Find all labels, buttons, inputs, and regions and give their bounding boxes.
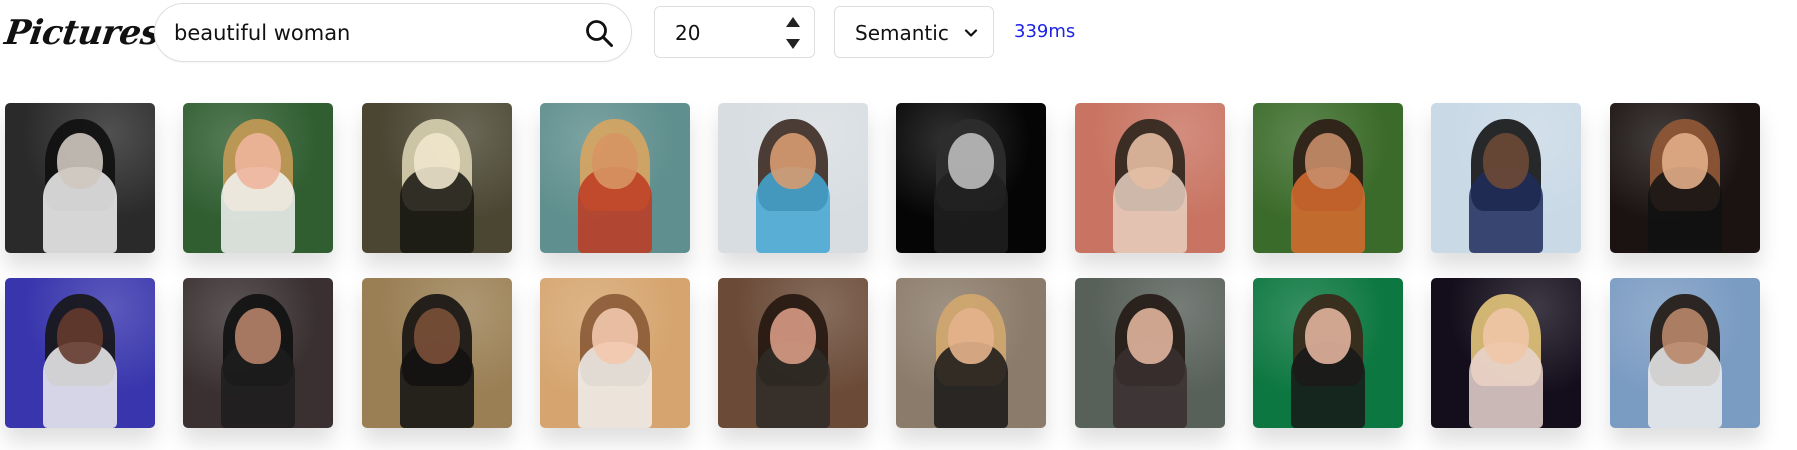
portrait-face bbox=[591, 308, 638, 364]
portrait-face bbox=[235, 133, 282, 189]
image-thumbnail[interactable] bbox=[1253, 278, 1404, 428]
thumbnail-image bbox=[1609, 103, 1760, 253]
thumbnail-image bbox=[361, 278, 512, 428]
app-logo: Pictures bbox=[2, 13, 163, 53]
thumbnail-image bbox=[718, 278, 869, 428]
image-thumbnail[interactable] bbox=[5, 103, 155, 253]
thumbnail-image bbox=[361, 103, 512, 253]
image-thumbnail[interactable] bbox=[361, 278, 512, 428]
image-thumbnail[interactable] bbox=[361, 103, 512, 253]
image-thumbnail[interactable] bbox=[718, 103, 869, 253]
image-thumbnail[interactable] bbox=[539, 103, 690, 253]
image-thumbnail[interactable] bbox=[183, 103, 334, 253]
portrait-face bbox=[1305, 133, 1352, 189]
image-thumbnail[interactable] bbox=[539, 278, 690, 428]
image-thumbnail[interactable] bbox=[1609, 278, 1760, 428]
portrait-face bbox=[57, 308, 103, 364]
thumbnail-image bbox=[718, 103, 869, 253]
portrait-face bbox=[948, 308, 995, 364]
portrait-face bbox=[1661, 308, 1708, 364]
thumbnail-image bbox=[1609, 278, 1760, 428]
result-count-stepper[interactable] bbox=[654, 6, 815, 58]
thumbnail-image bbox=[1431, 103, 1582, 253]
thumbnail-image bbox=[1074, 278, 1225, 428]
search-timing: 339ms bbox=[1014, 21, 1076, 42]
thumbnail-image bbox=[539, 103, 690, 253]
search-input[interactable] bbox=[174, 18, 544, 48]
thumbnail-image bbox=[1074, 103, 1225, 253]
image-thumbnail[interactable] bbox=[183, 278, 334, 428]
thumbnail-image bbox=[896, 103, 1047, 253]
thumbnail-image bbox=[1253, 278, 1404, 428]
portrait-face bbox=[57, 133, 103, 189]
thumbnail-image bbox=[896, 278, 1047, 428]
search-box[interactable] bbox=[154, 3, 632, 62]
portrait-face bbox=[1305, 308, 1352, 364]
chevron-down-icon bbox=[962, 24, 980, 42]
search-mode-select[interactable]: Semantic bbox=[834, 6, 994, 58]
image-thumbnail[interactable] bbox=[1074, 103, 1225, 253]
portrait-face bbox=[235, 308, 282, 364]
portrait-face bbox=[770, 133, 817, 189]
image-thumbnail[interactable] bbox=[896, 103, 1047, 253]
thumbnail-image bbox=[5, 103, 155, 253]
portrait-face bbox=[1483, 308, 1530, 364]
portrait-face bbox=[413, 308, 460, 364]
image-thumbnail[interactable] bbox=[5, 278, 155, 428]
portrait-face bbox=[1661, 133, 1708, 189]
thumbnail-image bbox=[539, 278, 690, 428]
thumbnail-image bbox=[1253, 103, 1404, 253]
portrait-face bbox=[948, 133, 995, 189]
pictures-page: Pictures Sem bbox=[0, 0, 1797, 450]
portrait-face bbox=[591, 133, 638, 189]
thumbnail-image bbox=[5, 278, 155, 428]
image-thumbnail[interactable] bbox=[896, 278, 1047, 428]
image-thumbnail[interactable] bbox=[1431, 103, 1582, 253]
triangle-up-icon[interactable] bbox=[782, 12, 804, 32]
portrait-face bbox=[1126, 308, 1173, 364]
top-toolbar: Pictures Sem bbox=[0, 0, 1797, 75]
portrait-face bbox=[1126, 133, 1173, 189]
thumbnail-image bbox=[183, 103, 334, 253]
image-thumbnail[interactable] bbox=[1431, 278, 1582, 428]
image-results-grid bbox=[5, 103, 1765, 428]
portrait-face bbox=[413, 133, 460, 189]
thumbnail-image bbox=[183, 278, 334, 428]
thumbnail-image bbox=[1431, 278, 1582, 428]
image-thumbnail[interactable] bbox=[718, 278, 869, 428]
triangle-down-icon[interactable] bbox=[782, 34, 804, 54]
search-mode-value: Semantic bbox=[855, 21, 949, 45]
portrait-face bbox=[1483, 133, 1530, 189]
result-count-input[interactable] bbox=[675, 19, 755, 47]
portrait-face bbox=[770, 308, 817, 364]
image-thumbnail[interactable] bbox=[1074, 278, 1225, 428]
image-thumbnail[interactable] bbox=[1253, 103, 1404, 253]
search-icon[interactable] bbox=[583, 17, 616, 50]
image-thumbnail[interactable] bbox=[1609, 103, 1760, 253]
